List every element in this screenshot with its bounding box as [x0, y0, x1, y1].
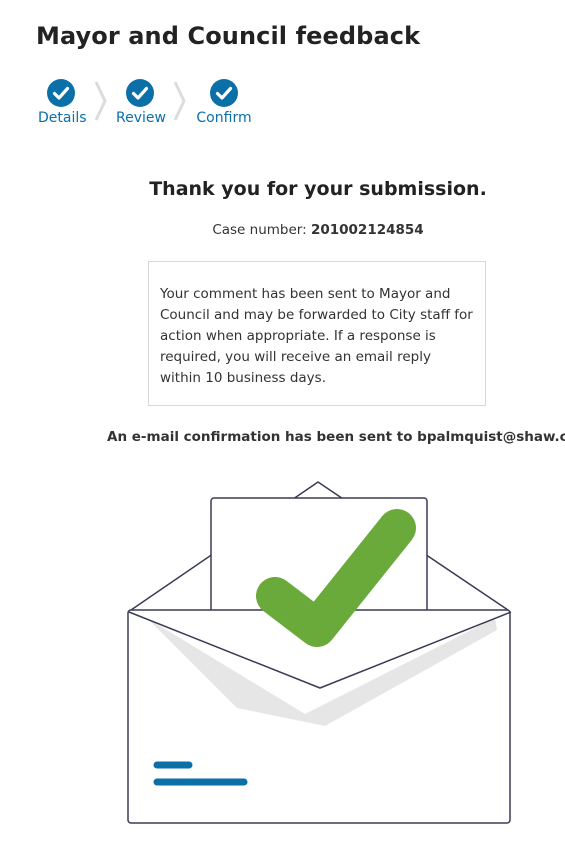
step-label-review: Review: [116, 110, 166, 126]
chevron-right-icon: [173, 81, 186, 121]
confirmation-heading: Thank you for your submission.: [149, 178, 487, 200]
step-details[interactable]: Details: [38, 78, 87, 126]
envelope-checkmark-illustration: [127, 481, 512, 824]
step-review[interactable]: Review: [116, 78, 166, 126]
email-confirmation-notice: An e-mail confirmation has been sent to …: [107, 429, 565, 445]
step-confirm[interactable]: Confirm: [195, 78, 253, 126]
check-circle-icon: [210, 79, 238, 107]
check-circle-icon: [126, 79, 154, 107]
step-label-confirm: Confirm: [196, 110, 252, 126]
page-title: Mayor and Council feedback: [36, 22, 421, 50]
case-number-line: Case number: 201002124854: [0, 222, 565, 238]
case-number-value: 201002124854: [310, 222, 424, 238]
confirmation-message: Your comment has been sent to Mayor and …: [148, 261, 486, 406]
step-label-details: Details: [38, 110, 87, 126]
case-number-label: Case number:: [212, 222, 307, 238]
check-circle-icon: [47, 79, 75, 107]
chevron-right-icon: [94, 81, 107, 121]
